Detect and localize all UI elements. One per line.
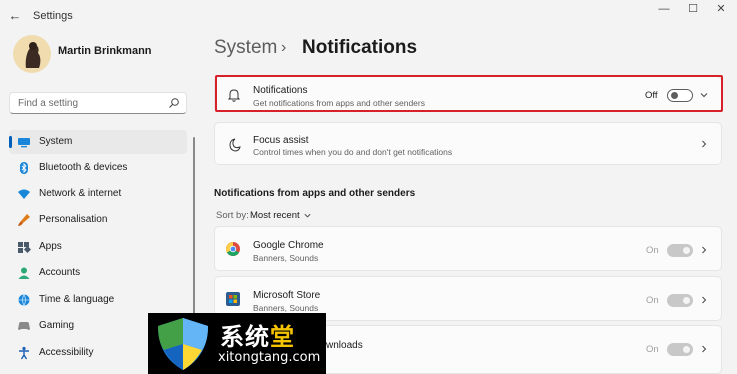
watermark-logo: 系统堂 xitongtang.com bbox=[148, 313, 326, 374]
app-name: wnloads bbox=[326, 340, 363, 351]
sidebar-item-network[interactable]: Network & internet bbox=[9, 182, 187, 206]
app-detail: Banners, Sounds bbox=[253, 303, 319, 313]
breadcrumb-parent[interactable]: System bbox=[214, 37, 277, 59]
sidebar-item-label: Bluetooth & devices bbox=[39, 162, 128, 173]
sidebar-item-accounts[interactable]: Accounts bbox=[9, 261, 187, 285]
close-button[interactable]: ✕ bbox=[705, 0, 737, 18]
monitor-icon bbox=[18, 138, 30, 148]
sidebar-item-label: Personalisation bbox=[39, 214, 108, 225]
chevron-right-icon[interactable] bbox=[699, 245, 709, 255]
app-state-label: On bbox=[646, 295, 659, 306]
breadcrumb-separator: › bbox=[281, 39, 287, 56]
sort-dropdown[interactable]: Most recent bbox=[250, 210, 300, 221]
sidebar-item-time-language[interactable]: Time & language bbox=[9, 288, 187, 312]
app-toggle[interactable] bbox=[667, 294, 693, 307]
gamepad-icon bbox=[18, 322, 30, 330]
search-placeholder: Find a setting bbox=[18, 98, 79, 109]
app-toggle[interactable] bbox=[667, 343, 693, 356]
globe-icon bbox=[18, 294, 30, 306]
sidebar-item-label: Network & internet bbox=[39, 188, 122, 199]
app-title: Settings bbox=[33, 10, 73, 22]
app-row-chrome[interactable]: Google Chrome Banners, Sounds On bbox=[214, 226, 722, 271]
sidebar-item-label: Gaming bbox=[39, 320, 75, 331]
person-icon bbox=[18, 267, 30, 279]
title-bar: ← Settings — ☐ ✕ bbox=[0, 0, 737, 32]
app-name: Google Chrome bbox=[253, 240, 324, 251]
wifi-icon bbox=[18, 189, 30, 199]
chevron-right-icon[interactable] bbox=[699, 344, 709, 354]
app-toggle[interactable] bbox=[667, 244, 693, 257]
shield-icon bbox=[158, 318, 208, 370]
sidebar-item-label: Accounts bbox=[39, 267, 81, 278]
focus-assist-title: Focus assist bbox=[253, 135, 309, 146]
sidebar-item-label: System bbox=[39, 136, 73, 147]
sidebar-item-personalisation[interactable]: Personalisation bbox=[9, 208, 187, 232]
chevron-down-icon[interactable] bbox=[303, 211, 312, 220]
sidebar-item-bluetooth[interactable]: Bluetooth & devices bbox=[9, 156, 187, 180]
chevron-right-icon[interactable] bbox=[699, 139, 709, 149]
search-input[interactable]: Find a setting bbox=[9, 92, 187, 114]
app-state-label: On bbox=[646, 245, 659, 256]
brush-icon bbox=[18, 214, 30, 226]
active-indicator bbox=[9, 136, 12, 148]
app-detail: Banners, Sounds bbox=[253, 253, 319, 263]
sort-label: Sort by: bbox=[216, 210, 249, 221]
sidebar-item-apps[interactable]: Apps bbox=[9, 235, 187, 259]
bluetooth-icon bbox=[20, 162, 28, 174]
sidebar-item-system[interactable]: System bbox=[9, 130, 187, 154]
focus-assist-card[interactable]: Focus assist Control times when you do a… bbox=[214, 122, 722, 165]
user-name: Martin Brinkmann bbox=[58, 45, 152, 57]
back-button[interactable]: ← bbox=[6, 8, 24, 24]
sidebar-item-label: Time & language bbox=[39, 294, 115, 305]
app-name: Microsoft Store bbox=[253, 290, 321, 301]
sidebar-item-label: Accessibility bbox=[39, 347, 94, 358]
chrome-icon bbox=[226, 242, 240, 256]
apps-icon bbox=[18, 242, 31, 254]
highlight-box bbox=[215, 75, 723, 112]
accessibility-icon bbox=[19, 346, 29, 360]
focus-assist-subtitle: Control times when you do and don't get … bbox=[253, 147, 453, 157]
page-title: Notifications bbox=[302, 37, 418, 58]
apps-section-heading: Notifications from apps and other sender… bbox=[214, 188, 416, 199]
watermark-url: xitongtang.com bbox=[218, 350, 321, 365]
store-icon bbox=[226, 292, 240, 306]
search-icon bbox=[169, 98, 179, 108]
chevron-right-icon[interactable] bbox=[699, 295, 709, 305]
sidebar-item-label: Apps bbox=[39, 241, 62, 252]
avatar[interactable] bbox=[13, 35, 51, 73]
watermark-cn-text: 系统堂 bbox=[220, 323, 295, 351]
minimize-button[interactable]: — bbox=[648, 0, 680, 18]
app-state-label: On bbox=[646, 344, 659, 355]
moon-icon bbox=[229, 138, 241, 152]
